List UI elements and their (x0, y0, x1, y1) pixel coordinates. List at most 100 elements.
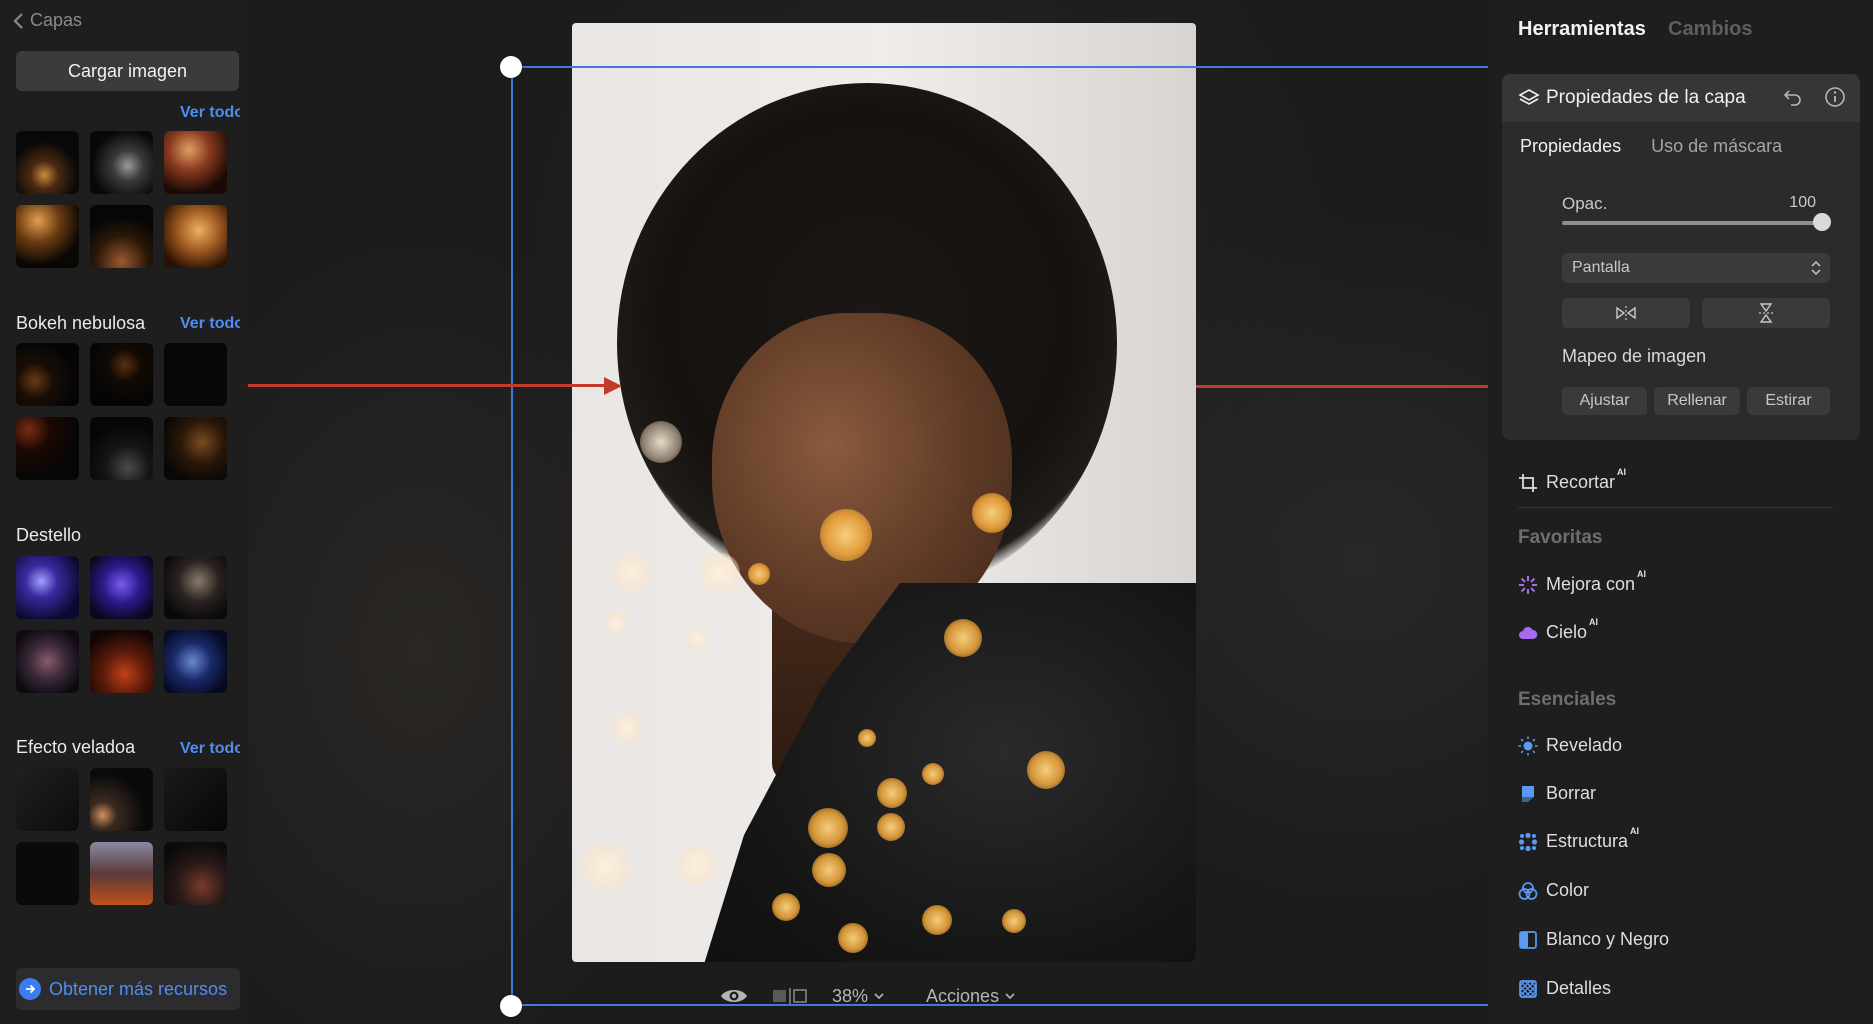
see-all-link[interactable]: Ver todo (180, 740, 240, 758)
ai-badge: AI (1637, 569, 1647, 579)
overlay-thumbnail[interactable] (164, 630, 227, 693)
overlay-thumbnail[interactable] (16, 768, 79, 831)
flip-vertical-icon (1759, 303, 1773, 323)
fit-button[interactable]: Ajustar (1562, 387, 1647, 415)
opacity-slider-knob[interactable] (1813, 213, 1831, 231)
overlay-thumbnail[interactable] (90, 343, 153, 406)
overlay-thumbnail[interactable] (90, 630, 153, 693)
zoom-dropdown[interactable]: 38% (832, 986, 884, 1007)
canvas-toolbar: 38% Acciones (720, 982, 1015, 1010)
overlay-thumbnail[interactable] (164, 556, 227, 619)
overlay-thumbnail[interactable] (164, 131, 227, 194)
info-icon[interactable] (1824, 86, 1846, 108)
tool-crop[interactable]: Recortar AI (1518, 467, 1626, 493)
overlay-thumbnail[interactable] (90, 417, 153, 480)
card-title: Propiedades de la capa (1546, 87, 1746, 108)
split-view-icon (773, 988, 807, 1004)
actions-dropdown[interactable]: Acciones (926, 986, 1015, 1007)
overlay-thumbnail[interactable] (90, 205, 153, 268)
tool-sky[interactable]: Cielo AI (1518, 617, 1598, 643)
opacity-slider-fill (1562, 221, 1822, 225)
tool-label: Recortar (1546, 472, 1616, 492)
tool-details[interactable]: Detalles (1518, 978, 1611, 999)
overlay-thumbnail[interactable] (164, 768, 227, 831)
ai-badge: AI (1630, 826, 1640, 836)
thumbnail-grid (16, 343, 227, 480)
undo-icon[interactable] (1782, 86, 1804, 108)
overlay-thumbnail[interactable] (164, 343, 227, 406)
annotation-arrow-line (242, 384, 612, 387)
tool-structure[interactable]: Estructura AI (1518, 826, 1639, 852)
blend-mode-select[interactable]: Pantalla (1562, 253, 1830, 283)
overlay-thumbnail[interactable] (16, 131, 79, 194)
overlay-thumbnail[interactable] (16, 630, 79, 693)
opacity-slider[interactable] (1562, 213, 1831, 231)
flip-vertical-button[interactable] (1702, 298, 1830, 328)
details-grid-icon (1519, 979, 1537, 998)
layers-icon (1518, 89, 1540, 105)
thumbnail-grid (16, 556, 227, 693)
section-title-veil: Efecto veladoa (16, 737, 136, 757)
compare-toggle[interactable] (772, 988, 808, 1004)
see-all-link[interactable]: Ver todo (180, 104, 240, 118)
tool-black-white[interactable]: Blanco y Negro (1518, 929, 1669, 950)
tool-label: Detalles (1546, 978, 1612, 998)
fill-button[interactable]: Rellenar (1654, 387, 1740, 415)
layers-resource-panel: Capas Cargar imagen Ver todo Bokeh nebul… (0, 0, 248, 1024)
tool-color[interactable]: Color (1518, 880, 1589, 901)
overlay-thumbnail[interactable] (90, 768, 153, 831)
tab-properties[interactable]: Propiedades (1520, 136, 1621, 157)
flip-horizontal-icon (1616, 306, 1636, 320)
overlay-thumbnail[interactable] (90, 131, 153, 194)
overlay-thumbnail[interactable] (90, 842, 153, 905)
tool-label: Blanco y Negro (1546, 929, 1670, 949)
opacity-label: Opac. (1562, 194, 1608, 213)
back-label: Capas (30, 10, 83, 30)
tool-enhance[interactable]: Mejora con AI (1518, 569, 1646, 595)
see-all-link[interactable]: Ver todo (180, 315, 240, 333)
chevron-down-icon (874, 993, 884, 1000)
tool-label: Cielo (1546, 622, 1588, 642)
section-title-flare: Destello (16, 525, 82, 545)
eye-icon (721, 990, 747, 1002)
tool-label: Estructura (1546, 831, 1629, 851)
overlay-thumbnail[interactable] (16, 842, 79, 905)
overlay-thumbnail[interactable] (16, 556, 79, 619)
tool-label: Color (1546, 880, 1590, 900)
image-mapping-title: Mapeo de imagen (1562, 346, 1707, 366)
overlay-thumbnail[interactable] (16, 343, 79, 406)
chevron-left-icon (13, 12, 23, 29)
get-more-resources-button[interactable]: Obtener más recursos (16, 968, 240, 1010)
tools-panel: Herramientas Cambios Propiedades de la c… (1488, 0, 1873, 1024)
tool-erase[interactable]: Borrar (1518, 783, 1596, 804)
tool-develop[interactable]: Revelado (1518, 735, 1622, 756)
layer-properties-card: Propiedades de la capa Propiedades Uso d… (1502, 74, 1860, 440)
tool-label: Revelado (1546, 735, 1623, 755)
overlay-thumbnail[interactable] (16, 417, 79, 480)
layer-selection-frame[interactable] (511, 66, 1488, 1006)
section-title-bokeh: Bokeh nebulosa (16, 313, 146, 333)
stretch-button[interactable]: Estirar (1747, 387, 1830, 415)
thumbnail-grid (16, 768, 227, 905)
overlay-thumbnail[interactable] (164, 842, 227, 905)
load-image-button[interactable]: Cargar imagen (16, 51, 239, 91)
overlay-thumbnail[interactable] (164, 417, 227, 480)
more-resources-label: Obtener más recursos (49, 978, 228, 999)
flip-horizontal-button[interactable] (1562, 298, 1690, 328)
layer-properties-header: Propiedades de la capa (1502, 74, 1860, 122)
overlay-thumbnail[interactable] (16, 205, 79, 268)
arrow-right-circle-icon (19, 978, 41, 1000)
back-to-layers[interactable]: Capas (12, 10, 82, 31)
overlay-thumbnail[interactable] (164, 205, 227, 268)
tab-changes[interactable]: Cambios (1668, 18, 1752, 41)
eraser-icon (1522, 785, 1534, 802)
blend-mode-value: Pantalla (1572, 259, 1630, 276)
resize-handle-top-left[interactable] (500, 56, 522, 78)
tab-masking[interactable]: Uso de máscara (1651, 136, 1782, 157)
color-circles-icon (1518, 881, 1538, 900)
overlay-thumbnail[interactable] (90, 556, 153, 619)
tab-tools[interactable]: Herramientas (1518, 18, 1646, 41)
tool-label: Borrar (1546, 783, 1597, 803)
preview-toggle[interactable] (720, 987, 748, 1005)
resize-handle-bottom-left[interactable] (500, 995, 522, 1017)
